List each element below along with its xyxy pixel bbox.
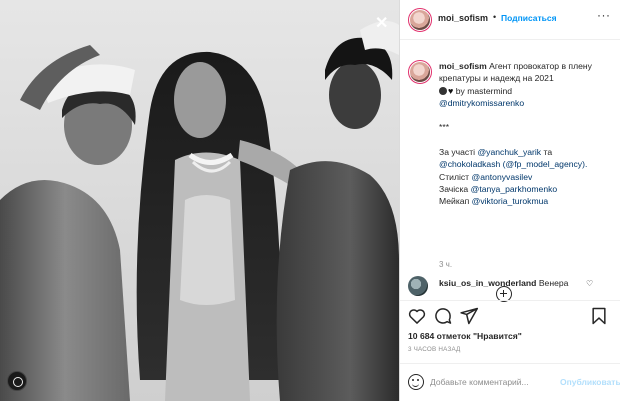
post-caption: moi_sofism Агент провокатор в плену креп… (400, 48, 620, 302)
post-date: 3 ЧАСОВ НАЗАД (408, 346, 461, 353)
comment-row: ksiu_os_in_wonderland Венера ♡ (400, 270, 620, 300)
comment-icon[interactable] (433, 306, 453, 326)
share-icon[interactable] (459, 306, 479, 326)
post-side-panel: moi_sofism • Подписаться ··· moi_sofism … (400, 0, 620, 401)
black-heart-emoji-icon: ♥ (448, 85, 454, 96)
follow-button[interactable]: Подписаться (501, 13, 557, 23)
caption-with: За участі (439, 147, 476, 158)
mention-link[interactable]: (@fp_model_agency). (503, 159, 588, 169)
heart-outline-icon[interactable]: ♡ (586, 279, 593, 288)
commenter-username[interactable]: ksiu_os_in_wonderland (439, 278, 536, 288)
separator-dot: • (493, 12, 497, 22)
comment-text: ksiu_os_in_wonderland Венера (439, 278, 568, 288)
commenter-avatar[interactable] (408, 276, 428, 296)
collection-icon[interactable] (7, 371, 27, 391)
black-circle-emoji-icon (439, 86, 447, 95)
post-header: moi_sofism • Подписаться ··· (400, 0, 620, 40)
close-icon[interactable]: ✕ (375, 16, 388, 32)
bookmark-icon[interactable] (589, 306, 609, 326)
mention-link[interactable]: @dmitrykomissarenko (439, 98, 524, 108)
author-username[interactable]: moi_sofism (438, 13, 488, 23)
caption-text: moi_sofism Агент провокатор в плену креп… (439, 60, 611, 208)
caption-and: та (543, 147, 553, 158)
heart-icon[interactable] (407, 306, 427, 326)
post-photo[interactable]: ✕ (0, 0, 399, 401)
author-avatar[interactable] (408, 8, 432, 32)
more-options-icon[interactable]: ··· (597, 8, 611, 22)
caption-username[interactable]: moi_sofism (439, 61, 487, 71)
add-comment-bar: Опубликовать (400, 363, 620, 401)
publish-button[interactable]: Опубликовать (560, 377, 620, 387)
caption-makeup: Мейкап (439, 196, 470, 207)
mention-link[interactable]: @yanchuk_yarik (477, 147, 541, 157)
mention-link[interactable]: @chokoladkash (439, 159, 500, 169)
emoji-icon[interactable] (408, 374, 424, 390)
caption-timestamp: 3 ч. (439, 260, 453, 269)
caption-avatar[interactable] (408, 60, 432, 84)
caption-hair: Зачіска (439, 183, 469, 194)
comment-body: Венера (538, 278, 569, 288)
mention-link[interactable]: @tanya_parkhomenko (471, 184, 558, 194)
action-bar (400, 300, 620, 330)
mention-link[interactable]: @viktoria_turokmua (472, 196, 549, 206)
caption-stylist: Стиліст (439, 171, 470, 182)
photo-artwork (0, 0, 399, 401)
caption-by: by mastermind (455, 85, 513, 96)
caption-stars: *** (439, 122, 450, 133)
comment-input[interactable] (430, 373, 550, 391)
mention-link[interactable]: @antonyvasilev (472, 172, 533, 182)
likes-count[interactable]: 10 684 отметок "Нравится" (408, 331, 522, 341)
